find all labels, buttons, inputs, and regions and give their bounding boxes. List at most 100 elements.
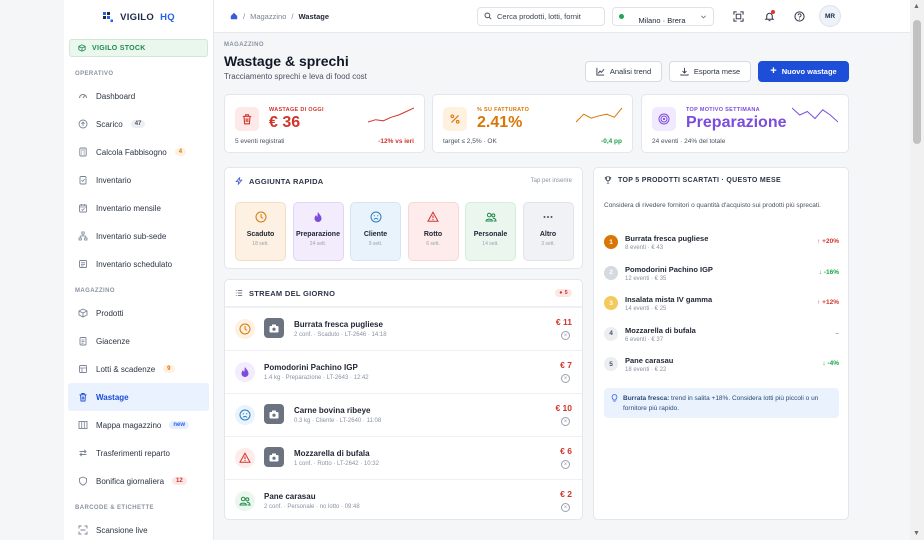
sidebar-item-label: Trasferimenti reparto [96,448,170,458]
sidebar-item-scansione-live[interactable]: Scansione live [64,516,213,540]
quick-add-tile-preparazione[interactable]: Preparazione 24 sett. [292,202,344,261]
export-month-button[interactable]: Esporta mese [669,61,751,82]
home-icon[interactable] [230,12,238,20]
sidebar-item-bonifica-giornaliera[interactable]: Bonifica giornaliera 12 [64,467,213,495]
stream-card: STREAM DEL GIORNO ● 5 Burrata fresca pug… [224,279,583,520]
sidebar-item-dashboard[interactable]: Dashboard [64,82,213,110]
sidebar-item-lotti-scadenze[interactable]: Lotti & scadenze 9 [64,355,213,383]
top5-item[interactable]: 3 Insalata mista IV gamma 14 eventi · € 25… [594,289,849,319]
top5-product-meta: 6 eventi · € 37 [625,336,664,343]
scroll-down-icon[interactable]: ▼ [913,530,920,537]
sidebar-item-label: Bonifica giornaliera [96,476,165,486]
upload-icon [78,119,88,129]
sidebar-item-inventario-mensile[interactable]: Inventario mensile [64,194,213,222]
count-badge: new [169,421,190,429]
stream-row[interactable]: Pane carasau 2 conf. · Personale · no lot… [225,479,582,522]
stream-row[interactable]: Carne bovina ribeye 0.3 kg · Cliente · LT… [225,393,582,436]
bell-icon[interactable] [762,9,776,23]
tile-count: 9 sett. [368,241,383,247]
sidebar-item-prodotti[interactable]: Prodotti [64,299,213,327]
breadcrumb: / Magazzino / Wastage [214,12,477,21]
target-icon [652,107,676,131]
remove-icon[interactable]: × [561,503,570,512]
stream-amount: € 2 [560,489,572,499]
top5-item[interactable]: 5 Pane carasau 18 eventi · € 22 ↓ -4% [594,350,849,380]
breadcrumb-item-current: Wastage [298,11,330,21]
stream-row[interactable]: Burrata fresca pugliese 2 conf. · Scaduto… [225,307,582,350]
clock-icon [255,211,267,223]
warning-icon [427,211,439,223]
product-thumbnail [264,404,284,424]
notification-dot [771,10,775,14]
stream-product-name: Pomodorini Pachino IGP [264,363,358,372]
lightbulb-icon [611,394,618,402]
top5-header: TOP 5 PRODOTTI SCARTATI · QUESTO MESE [594,168,848,192]
count-badge: 47 [130,120,146,128]
sidebar-item-scarico[interactable]: Scarico 47 [64,110,213,138]
sidebar-item-label: Inventario [96,175,132,185]
trend-analysis-button[interactable]: Analisi trend [585,61,662,82]
sidebar-item-inventario-schedulato[interactable]: Inventario schedulato [64,250,213,278]
quick-add-title: AGGIUNTA RAPIDA [249,176,324,186]
quick-add-tile-scaduto[interactable]: Scaduto 18 sett. [235,202,286,261]
plus-icon: + [770,65,777,77]
new-wastage-button[interactable]: + Nuovo wastage [758,61,849,82]
new-wastage-label: Nuovo wastage [781,67,837,76]
stream-row[interactable]: Mozzarella di bufala 1 conf. · Rotto · LT… [225,436,582,479]
quick-add-tile-cliente[interactable]: Cliente 9 sett. [350,202,401,261]
sidebar-item-inventario[interactable]: Inventario [64,166,213,194]
remove-icon[interactable]: × [561,417,570,426]
stream-row[interactable]: Pomodorini Pachino IGP 1.4 kg · Preparazi… [225,350,582,393]
quick-add-tile-altro[interactable]: Altro 3 sett. [522,202,574,261]
calculator-icon [78,147,88,157]
cube-icon [78,44,86,52]
top5-product-name: Pomodorini Pachino IGP [625,264,713,274]
sidebar-item-wastage[interactable]: Wastage [68,383,209,411]
clipboard-list-icon [78,336,88,346]
kpi-value: 2.41% [477,114,523,131]
sidebar-item-giacenze[interactable]: Giacenze [64,327,213,355]
stream-product-name: Carne bovina ribeye [294,406,371,415]
breadcrumb-item-magazzino[interactable]: Magazzino [250,12,286,21]
sidebar-item-label: Wastage [96,392,129,402]
sidebar-item-inventario-sub-sede[interactable]: Inventario sub-sede [64,222,213,250]
top5-item[interactable]: 1 Burrata fresca pugliese 8 eventi · € 43 ↑… [594,228,849,258]
remove-icon[interactable]: × [561,331,570,340]
stream-amount: € 7 [560,360,572,370]
top5-product-meta: 18 eventi · € 22 [625,367,667,373]
help-icon[interactable] [792,9,806,23]
quick-add-tile-personale[interactable]: Personale 14 sett. [465,202,516,261]
remove-icon[interactable]: × [561,460,570,469]
top5-item[interactable]: 2 Pomodorini Pachino IGP 12 eventi · € 35 ↓… [594,259,849,289]
top5-product-meta: 14 eventi · € 25 [625,306,667,312]
avatar[interactable]: MR [819,5,841,27]
sidebar-item-calcola-fabbisogno[interactable]: Calcola Fabbisogno 4 [64,138,213,166]
quick-add-tile-rotto[interactable]: Rotto 6 sett. [407,202,459,261]
scroll-up-icon[interactable]: ▲ [913,3,920,10]
product-thumbnail [264,447,284,467]
stream-product-name: Mozzarella di bufala [294,449,370,458]
top5-item[interactable]: 4 Mozzarella di bufala 6 eventi · € 37 – [594,320,849,350]
scrollbar-thumb[interactable] [913,20,921,144]
stream-count-badge: ● 5 [555,289,572,297]
app-window: VIGILO HQ VIGILO STOCK OPERATIVO Dashboar… [0,0,924,540]
search-input[interactable]: Cerca prodotti, lotti, fornit [477,6,605,26]
sidebar-item-trasferimenti-reparto[interactable]: Trasferimenti reparto [64,439,213,467]
remove-icon[interactable]: × [561,374,570,383]
scan-icon[interactable] [731,9,745,23]
sidebar-section-title: MAGAZZINO [75,288,115,294]
rank-badge: 2 [604,265,618,280]
download-icon [680,67,689,76]
location-select[interactable]: Milano · Brera [612,6,714,26]
topbar: / Magazzino / Wastage Cerca prodotti, lo… [214,0,910,33]
stream-amount: € 6 [560,446,572,456]
quick-add-card: AGGIUNTA RAPIDA Tap per inserire Scaduto… [224,167,583,269]
kpi-label: % SU FATTURATO [477,107,530,113]
top5-trend: ↑ +12% [817,299,839,306]
logo-icon [103,12,114,22]
sidebar-item-mappa-magazzino[interactable]: Mappa magazzino new [64,411,213,439]
brand-logo[interactable]: VIGILO HQ [64,0,213,34]
page-scrollbar[interactable]: ▲ ▼ [910,0,924,540]
sidebar-item-label: Scansione live [96,525,148,535]
stock-module-switch[interactable]: VIGILO STOCK [69,39,208,57]
